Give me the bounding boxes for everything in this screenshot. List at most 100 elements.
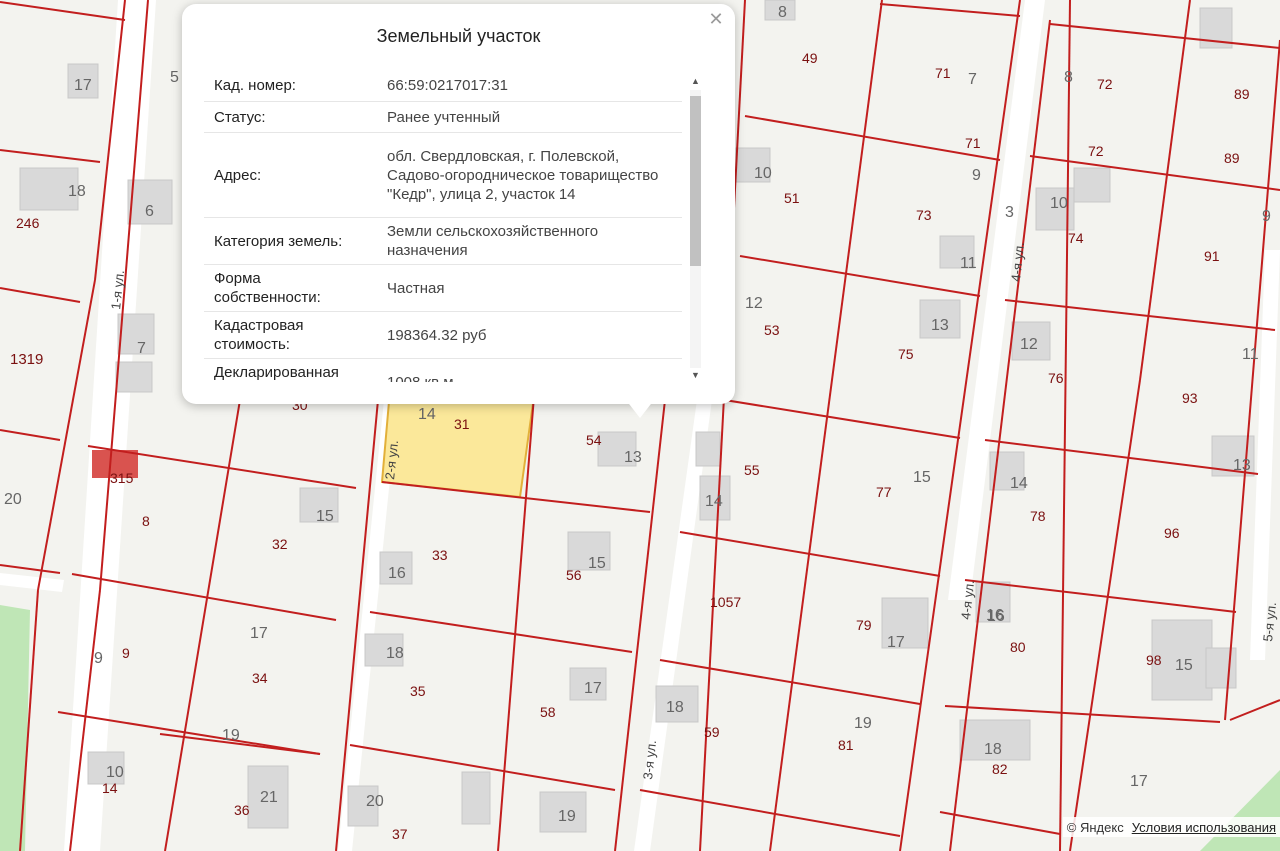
house-number: 5: [170, 69, 179, 86]
house-number: 9: [94, 650, 103, 667]
attr-label: Декларированная площадь:: [214, 364, 339, 381]
house-number: 13: [931, 317, 949, 334]
parcel-number: 1319: [10, 351, 43, 368]
house-number: 7: [137, 340, 146, 357]
parcel-number: 89: [1224, 150, 1240, 166]
parcel-number: 34: [252, 670, 268, 686]
house-number: 20: [366, 793, 384, 810]
house-number: 11: [1242, 346, 1259, 363]
house-number: 6: [145, 203, 154, 220]
parcel-number: 35: [410, 683, 426, 699]
attr-label: Форма собственности:: [214, 270, 321, 306]
house-number: 19: [558, 808, 576, 825]
parcel-number: 37: [392, 826, 408, 842]
house-number: 9: [1262, 208, 1271, 225]
parcel-number: 59: [704, 724, 720, 740]
house-number: 10: [754, 165, 772, 182]
house-number: 3: [1005, 204, 1014, 221]
attr-row-land-category: Категория земель: Земли сельскохозяйстве…: [204, 218, 682, 265]
house-number: 10: [106, 764, 124, 781]
house-number: 18: [666, 699, 684, 716]
house-number: 15: [913, 469, 931, 486]
attr-value: 66:59:0217017:31: [387, 77, 508, 94]
parcel-number: 91: [1204, 248, 1220, 264]
attr-value: Ранее учтенный: [387, 108, 501, 126]
parcel-number: 54: [586, 432, 602, 448]
house-number: 7: [968, 71, 977, 88]
parcel-number: 246: [16, 215, 40, 231]
house-number: 12: [1020, 336, 1038, 353]
parcel-number: 81: [838, 737, 854, 753]
map-attribution: © Яндекс Условия использования: [1062, 817, 1280, 837]
house-number: 16: [987, 608, 1005, 625]
house-number: 20: [4, 491, 22, 508]
yandex-copyright: © Яндекс: [1066, 819, 1124, 835]
house-number: 17: [584, 680, 602, 697]
parcel-info-popup: ✕ Земельный участок Кад. номер: 66:59:02…: [182, 4, 735, 418]
parcel-number: 77: [876, 484, 892, 500]
house-number: 17: [74, 77, 92, 94]
scroll-thumb[interactable]: [690, 96, 701, 266]
attr-label: Статус:: [214, 108, 266, 126]
parcel-number: 89: [1234, 86, 1250, 102]
parcel-number: 36: [234, 802, 250, 818]
house-number: 9: [972, 167, 981, 184]
scroll-down-icon[interactable]: ▼: [687, 368, 704, 382]
parcel-number: 98: [1146, 652, 1162, 668]
green-area: [0, 605, 30, 851]
parcel-attributes: Кад. номер: 66:59:0217017:31 Статус: Ран…: [204, 70, 682, 382]
parcel-number: 8: [142, 513, 150, 529]
parcel-number: 51: [784, 190, 800, 206]
popup-pointer: [626, 400, 654, 418]
parcel-number: 31: [454, 416, 470, 432]
house-number: 15: [588, 555, 606, 572]
house-number: 14: [418, 406, 436, 423]
parcel-number: 14: [102, 780, 118, 796]
house-number: 17: [250, 625, 268, 642]
attr-label: Адрес:: [214, 166, 262, 184]
selected-parcel[interactable]: [380, 388, 536, 499]
popup-scrollbar[interactable]: ▲ ▼: [687, 74, 704, 384]
parcel-number: 1057: [710, 594, 741, 610]
house-number: 10: [1050, 195, 1068, 212]
house-number: 17: [1130, 773, 1148, 790]
attr-label: Кад. номер:: [214, 77, 296, 94]
attr-value: 198364.32 руб: [387, 326, 487, 344]
parcel-number: 71: [935, 65, 951, 81]
parcel-number: 32: [272, 536, 288, 552]
parcel-number: 56: [566, 567, 582, 583]
parcel-number: 33: [432, 547, 448, 563]
parcel-number: 73: [916, 207, 932, 223]
attr-row-address: Адрес: обл. Свердловская, г. Полевской, …: [204, 133, 682, 218]
house-number: 14: [705, 493, 723, 510]
attr-row-cadastral-number: Кад. номер: 66:59:0217017:31: [204, 70, 682, 102]
house-number: 19: [222, 727, 240, 744]
parcel-number: 76: [1048, 370, 1064, 386]
parcel-number: 96: [1164, 525, 1180, 541]
terms-link[interactable]: Условия использования: [1132, 820, 1276, 835]
parcel-number: 78: [1030, 508, 1046, 524]
attr-label: Категория земель:: [214, 232, 343, 250]
popup-title: Земельный участок: [376, 26, 541, 46]
house-number: 21: [260, 789, 278, 806]
house-number: 8: [1064, 69, 1073, 86]
parcel-number: 80: [1010, 639, 1026, 655]
attr-value: 1008 кв.м: [387, 373, 454, 383]
parcel-number: 58: [540, 704, 556, 720]
house-number: 17: [887, 634, 905, 651]
house-number: 8: [778, 4, 787, 21]
house-number: 15: [1175, 657, 1193, 674]
house-number: 18: [68, 183, 86, 200]
parcel-number: 74: [1068, 230, 1084, 246]
parcel-number: 75: [898, 346, 914, 362]
parcel-number: 93: [1182, 390, 1198, 406]
attr-value: обл. Свердловская, г. Полевской, Садово-…: [387, 147, 659, 203]
scroll-up-icon[interactable]: ▲: [687, 74, 704, 88]
attr-row-declared-area: Декларированная площадь: 1008 кв.м: [204, 359, 682, 382]
attr-row-ownership: Форма собственности: Частная: [204, 265, 682, 312]
attr-label: Кадастровая стоимость:: [214, 317, 304, 353]
house-number: 11: [960, 255, 977, 272]
house-number: 12: [745, 295, 763, 312]
house-number: 19: [854, 715, 872, 732]
attr-value: Частная: [387, 279, 445, 297]
